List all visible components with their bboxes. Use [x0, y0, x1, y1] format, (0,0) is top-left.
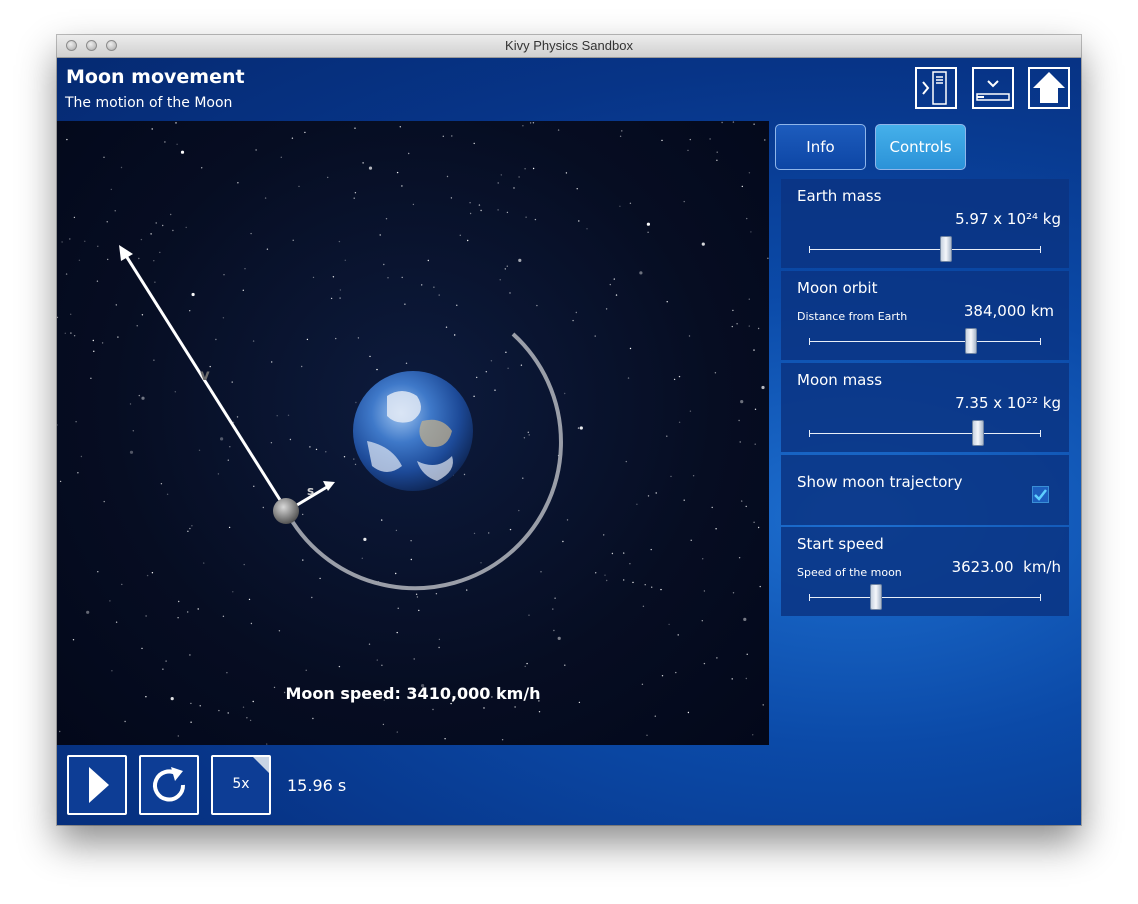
velocity-arrowhead [119, 245, 133, 261]
earth-mass-label: Earth mass [797, 187, 882, 205]
moon-mass-value: 7.35 x 10²² kg [955, 394, 1061, 412]
moon-speed-readout: Moon speed: 3410,000 km/h [285, 684, 541, 703]
show-trajectory-checkbox[interactable] [1032, 486, 1049, 503]
start-speed-label: Start speed [797, 535, 884, 553]
moon[interactable] [273, 498, 299, 524]
reset-icon [153, 767, 186, 802]
trajectory-panel: Show moon trajectory [781, 455, 1069, 525]
velocity-label: v [200, 366, 210, 384]
home-button[interactable] [1028, 67, 1070, 109]
tab-info[interactable]: Info [775, 124, 866, 170]
force-label: s [307, 484, 314, 498]
play-button[interactable] [67, 755, 127, 815]
title-bar: Kivy Physics Sandbox [57, 35, 1081, 58]
speed-multiplier-label: 5x [232, 776, 250, 792]
start-speed-slider-thumb[interactable] [870, 584, 883, 610]
page-subtitle: The motion of the Moon [65, 95, 233, 111]
earth-mass-value: 5.97 x 10²⁴ kg [955, 210, 1061, 228]
moon-orbit-slider-thumb[interactable] [965, 328, 978, 354]
moon-mass-label: Moon mass [797, 371, 883, 389]
checkmark-icon [1034, 489, 1047, 501]
moon-orbit-sublabel: Distance from Earth [797, 310, 908, 323]
app-window: Kivy Physics Sandbox Moon movement The m… [57, 35, 1081, 825]
start-speed-sublabel: Speed of the moon [797, 566, 902, 579]
moon-orbit-label: Moon orbit [797, 279, 878, 297]
tab-controls[interactable]: Controls [875, 124, 966, 170]
start-speed-value: 3623.00 km/h [951, 558, 1061, 576]
reset-button[interactable] [139, 755, 199, 815]
simulation-drawing: v s [119, 245, 563, 591]
app-content: Moon movement The motion of the Moon v s… [57, 58, 1081, 825]
elapsed-time: 15.96 s [287, 776, 347, 795]
start-speed-slider[interactable] [809, 584, 1041, 610]
home-icon [1033, 72, 1065, 103]
moon-mass-panel: Moon mass 7.35 x 10²² kg [781, 363, 1069, 452]
sidebar-toggle-button[interactable] [915, 67, 957, 109]
play-icon [89, 767, 109, 803]
earth-mass-panel: Earth mass 5.97 x 10²⁴ kg [781, 179, 1069, 268]
earth-mass-slider[interactable] [809, 236, 1041, 262]
simulation-canvas[interactable]: v s Moon speed: 3410,000 km/h [57, 121, 769, 745]
speed-multiplier-button[interactable]: 5x [211, 755, 271, 815]
moon-mass-slider-thumb[interactable] [972, 420, 985, 446]
moon-mass-slider[interactable] [809, 420, 1041, 446]
start-speed-panel: Start speed Speed of the moon 3623.00 km… [781, 527, 1069, 616]
moon-orbit-slider[interactable] [809, 328, 1041, 354]
window-title: Kivy Physics Sandbox [505, 38, 633, 53]
collapse-panel-icon [976, 80, 1010, 101]
page-title: Moon movement [66, 66, 245, 88]
show-trajectory-label: Show moon trajectory [797, 473, 963, 491]
sidebar-toggle-icon [922, 71, 947, 105]
earth-mass-slider-thumb[interactable] [939, 236, 952, 262]
earth [353, 371, 473, 491]
moon-orbit-value: 384,000 km [963, 302, 1054, 320]
collapse-panel-button[interactable] [972, 67, 1014, 109]
moon-orbit-panel: Moon orbit Distance from Earth 384,000 k… [781, 271, 1069, 360]
